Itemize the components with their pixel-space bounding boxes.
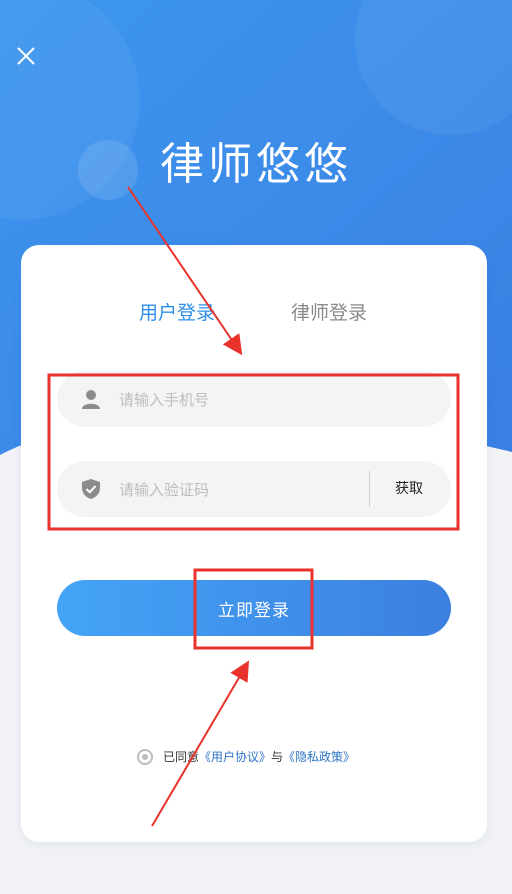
close-button[interactable]: [12, 42, 40, 70]
phone-field: [57, 371, 451, 429]
user-agreement-link[interactable]: 《用户协议》: [199, 750, 271, 764]
code-input[interactable]: [117, 461, 351, 519]
code-divider: [369, 471, 370, 507]
code-field: 获取: [57, 461, 451, 519]
user-icon: [82, 390, 100, 409]
agreement-row: 已同意《用户协议》与《隐私政策》: [137, 748, 355, 768]
phone-input[interactable]: [117, 371, 431, 429]
tab-user-login[interactable]: 用户登录: [139, 298, 215, 325]
app-title: 律师悠悠: [160, 139, 352, 190]
login-card: 用户登录 律师登录 获取 立即登录 已同意《用户协议》与《隐私政策》: [21, 245, 487, 842]
agree-prefix: 已同意: [163, 750, 200, 764]
agree-conjunction: 与: [271, 750, 284, 764]
login-button[interactable]: 立即登录: [57, 580, 451, 636]
agree-radio[interactable]: [137, 748, 153, 765]
tab-lawyer-login[interactable]: 律师登录: [291, 298, 367, 325]
privacy-policy-link[interactable]: 《隐私政策》: [283, 750, 355, 764]
close-icon: [17, 47, 35, 65]
get-code-button[interactable]: 获取: [375, 461, 443, 517]
shield-check-icon: [82, 479, 100, 499]
